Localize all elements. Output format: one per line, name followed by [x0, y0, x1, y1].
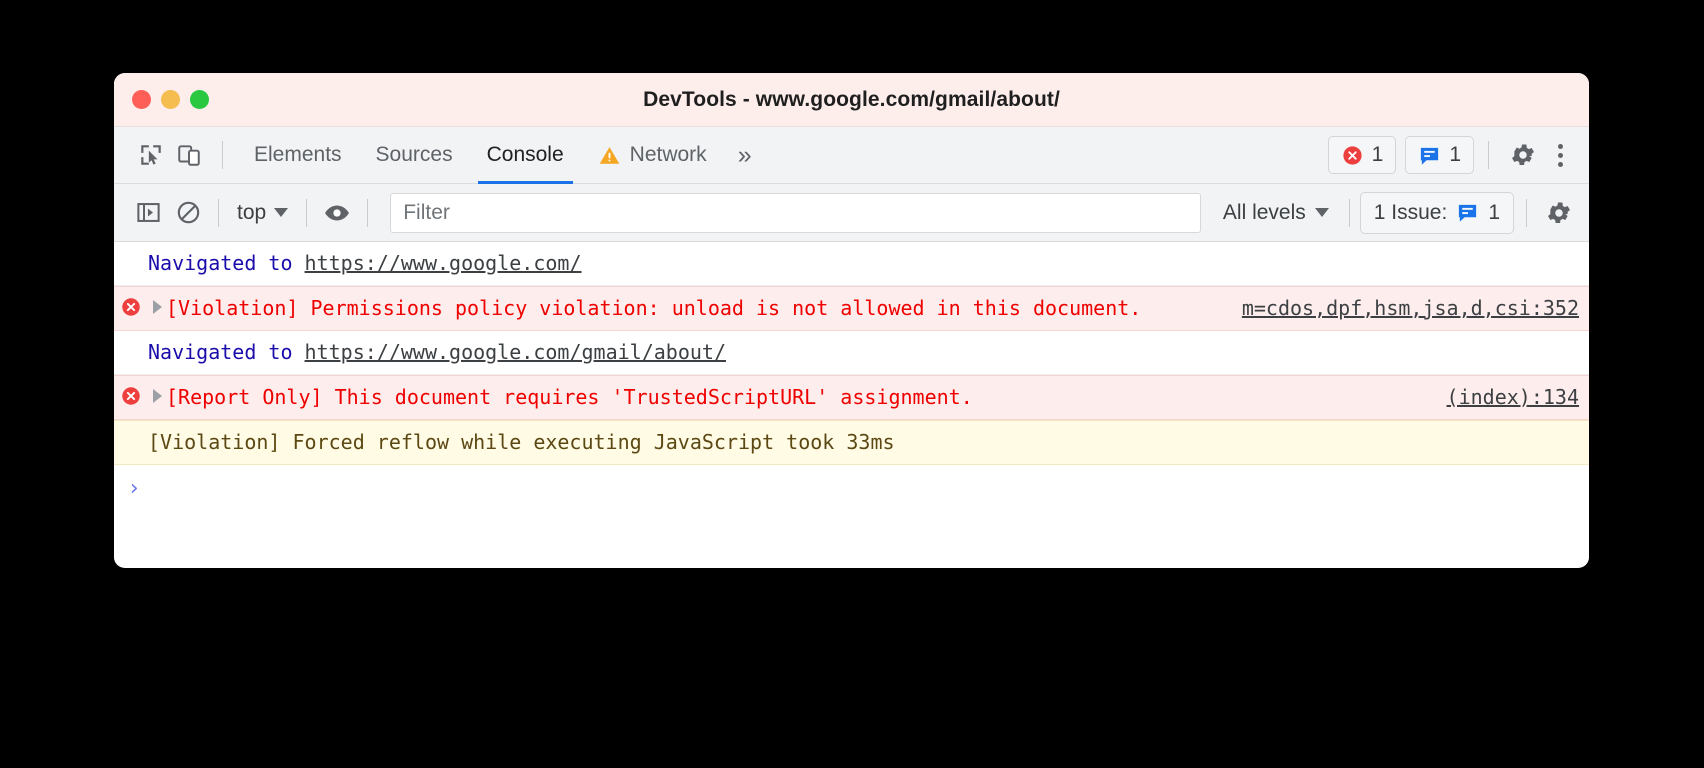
issues-count-badge[interactable]: 1	[1405, 136, 1474, 174]
console-filter-input[interactable]	[390, 192, 1201, 233]
message-source-link[interactable]: (index):134	[1447, 383, 1579, 412]
kebab-dot-3	[1557, 161, 1563, 167]
triangle-right-icon	[152, 389, 162, 403]
navigated-url-link[interactable]: https://www.google.com/	[305, 251, 582, 275]
console-message-list[interactable]: Navigated to https://www.google.com/ [Vi…	[114, 242, 1589, 567]
console-sidebar-icon	[136, 203, 160, 222]
expand-message-triangle[interactable]	[148, 294, 166, 314]
tabbar-divider-right	[1488, 141, 1489, 169]
screenshot-stage: DevTools - www.google.com/gmail/about/ E…	[0, 0, 1704, 768]
console-message-row[interactable]: [Report Only] This document requires 'Tr…	[114, 375, 1589, 420]
console-message-text: Navigated to https://www.google.com/	[148, 249, 1579, 278]
maximize-window-button[interactable]	[190, 90, 209, 109]
inspect-element-button[interactable]	[132, 136, 170, 174]
navigated-url-link[interactable]: https://www.google.com/gmail/about/	[305, 340, 726, 364]
window-title: DevTools - www.google.com/gmail/about/	[643, 87, 1060, 111]
issues-counter-label: 1 Issue:	[1373, 200, 1448, 224]
console-message-row[interactable]: [Violation] Forced reflow while executin…	[114, 420, 1589, 465]
minimize-window-button[interactable]	[161, 90, 180, 109]
more-tabs-button[interactable]: »	[724, 127, 766, 184]
message-icon-slot	[114, 249, 148, 251]
tab-console-label: Console	[486, 143, 564, 166]
tab-elements[interactable]: Elements	[237, 127, 359, 184]
javascript-context-selector[interactable]: top	[229, 193, 296, 233]
chevron-down-icon	[1314, 208, 1329, 217]
log-level-label: All levels	[1222, 200, 1306, 224]
close-window-button[interactable]	[132, 90, 151, 109]
console-toolbar-divider-5	[1526, 198, 1527, 227]
tab-network-label: Network	[629, 143, 707, 166]
devtools-settings-button[interactable]	[1505, 137, 1541, 173]
error-count-badge[interactable]: 1	[1327, 136, 1397, 174]
error-count-value: 1	[1371, 143, 1384, 166]
console-toolbar-divider-4	[1348, 198, 1350, 227]
traffic-light-buttons	[132, 90, 209, 109]
message-icon-slot	[114, 338, 148, 340]
issue-message-icon	[1421, 147, 1439, 165]
console-prompt-row[interactable]: ›	[114, 465, 1589, 511]
kebab-dot-2	[1557, 152, 1563, 158]
tab-console[interactable]: Console	[470, 127, 581, 184]
message-icon-slot	[114, 294, 148, 318]
console-message-text: Navigated to https://www.google.com/gmai…	[148, 338, 1579, 367]
console-toolbar-divider-2	[306, 198, 308, 227]
console-message-text: [Report Only] This document requires 'Tr…	[166, 385, 973, 409]
console-settings-button[interactable]	[1541, 195, 1577, 231]
issues-counter-button[interactable]: 1 Issue: 1	[1359, 191, 1514, 234]
console-message-row[interactable]: [Violation] Permissions policy violation…	[114, 286, 1589, 331]
error-circle-icon	[122, 298, 140, 316]
gear-icon	[1548, 202, 1570, 223]
message-icon-slot	[114, 383, 148, 407]
triangle-right-icon	[152, 300, 162, 314]
console-prompt-input[interactable]	[154, 475, 1589, 501]
issues-count-value: 1	[1449, 143, 1461, 166]
issues-counter-value: 1	[1488, 200, 1500, 224]
error-circle-icon	[122, 387, 140, 405]
log-level-selector[interactable]: All levels	[1213, 193, 1339, 233]
console-message-text: [Violation] Forced reflow while executin…	[148, 430, 895, 454]
gear-icon	[1512, 144, 1534, 166]
tab-sources-label: Sources	[375, 143, 453, 166]
console-message-row[interactable]: Navigated to https://www.google.com/gmai…	[114, 331, 1589, 375]
message-icon-slot	[114, 428, 148, 430]
device-toolbar-icon	[178, 145, 200, 166]
live-expression-button[interactable]	[317, 193, 357, 233]
issue-message-icon	[1459, 204, 1477, 222]
message-source-link[interactable]: m=cdos,dpf,hsm,jsa,d,csi:352	[1242, 294, 1579, 323]
toggle-device-toolbar-button[interactable]	[170, 136, 208, 174]
tab-sources[interactable]: Sources	[359, 127, 470, 184]
prompt-chevron-icon: ›	[127, 475, 141, 501]
expand-message-triangle[interactable]	[148, 383, 166, 403]
navigated-prefix: Navigated to	[148, 251, 305, 275]
devtools-main-menu-button[interactable]	[1545, 137, 1575, 173]
navigated-prefix: Navigated to	[148, 340, 305, 364]
tab-elements-label: Elements	[254, 143, 342, 166]
clear-console-button[interactable]	[168, 193, 208, 233]
clear-console-icon	[177, 201, 199, 224]
console-message-text: [Violation] Permissions policy violation…	[166, 296, 1142, 320]
tab-network[interactable]: Network	[581, 127, 724, 184]
kebab-dot-1	[1557, 143, 1563, 149]
chevron-down-icon	[274, 208, 289, 217]
console-sidebar-toggle-button[interactable]	[128, 193, 168, 233]
console-toolbar-divider-3	[367, 198, 369, 227]
devtools-window: DevTools - www.google.com/gmail/about/ E…	[114, 73, 1589, 568]
devtools-tabbar: Elements Sources Console Network » 1 1	[114, 127, 1589, 184]
console-toolbar-divider-1	[218, 198, 219, 227]
warning-triangle-icon	[599, 146, 619, 164]
window-titlebar: DevTools - www.google.com/gmail/about/	[114, 73, 1589, 127]
error-circle-icon	[1343, 145, 1362, 165]
console-toolbar: top All levels 1 Issue:	[114, 184, 1589, 242]
live-expression-eye-icon	[325, 205, 350, 220]
console-message-row[interactable]: Navigated to https://www.google.com/	[114, 242, 1589, 286]
context-selector-label: top	[237, 200, 267, 224]
inspect-cursor-icon	[141, 145, 161, 165]
tabbar-divider	[222, 141, 223, 169]
